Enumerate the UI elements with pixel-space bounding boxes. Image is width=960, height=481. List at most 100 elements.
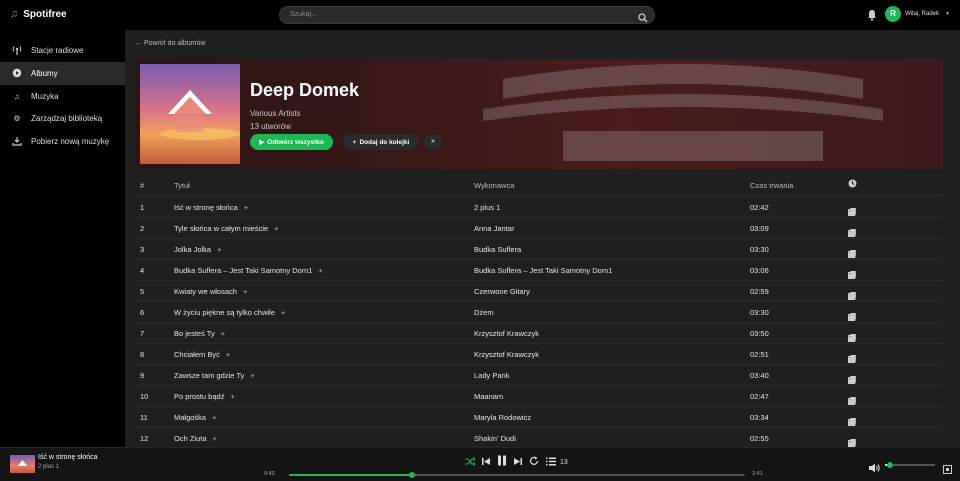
track-title[interactable]: Chciałem Być — [174, 350, 220, 359]
track-title[interactable]: W życiu piękne są tylko chwile — [174, 308, 275, 317]
sidebar-item-radio[interactable]: Stacje radiowe — [0, 39, 125, 62]
trash-icon[interactable] — [848, 271, 856, 281]
track-artist[interactable]: Maryla Rodowicz — [474, 413, 531, 422]
next-icon[interactable] — [514, 453, 522, 471]
table-row[interactable]: 12 Och Ziuta + Shakin' Dudi 02:55 — [136, 428, 943, 447]
track-title[interactable]: Kwiaty we włosach — [174, 287, 237, 296]
track-artist[interactable]: Budka Suflera – Jest Taki Samotny Dom1 — [474, 266, 612, 275]
add-to-playlist-icon[interactable]: + — [250, 371, 254, 380]
shuffle-icon[interactable] — [465, 453, 476, 471]
track-artist[interactable]: Krzysztof Krawczyk — [474, 350, 539, 359]
sidebar-item-download[interactable]: Pobierz nową muzykę — [0, 130, 125, 153]
col-header-duration[interactable]: Czas trwania — [750, 181, 793, 190]
track-title[interactable]: Tyle słońca w całym mieście — [174, 224, 268, 233]
expand-more-button[interactable]: » — [424, 134, 442, 150]
track-title-cell: Zawsze tam gdzie Ty + — [174, 371, 255, 380]
add-to-playlist-icon[interactable]: + — [226, 350, 230, 359]
play-all-button[interactable]: ▶ Odtwórz wszystko — [250, 134, 333, 150]
track-title[interactable]: Małgośka — [174, 413, 206, 422]
table-row[interactable]: 7 Bo jesteś Ty + Krzysztof Krawczyk 03:50 — [136, 323, 943, 344]
trash-icon[interactable] — [848, 313, 856, 323]
table-row[interactable]: 2 Tyle słońca w całym mieście + Anna Jantar… — [136, 218, 943, 239]
pause-icon[interactable] — [497, 453, 507, 471]
table-row[interactable]: 8 Chciałem Być + Krzysztof Krawczyk 02:51 — [136, 344, 943, 365]
add-to-queue-button[interactable]: + Dodaj do kolejki — [343, 134, 419, 150]
table-row[interactable]: 6 W życiu piękne są tylko chwile + Dżem 03:3… — [136, 302, 943, 323]
repeat-icon[interactable] — [529, 453, 539, 471]
table-row[interactable]: 1 Iść w stronę słońca +2 plus 1 02:42 — [136, 197, 943, 218]
trash-icon[interactable] — [848, 250, 856, 260]
add-to-playlist-icon[interactable]: + — [244, 203, 248, 212]
search-icon[interactable] — [638, 10, 648, 28]
trash-icon[interactable] — [848, 292, 856, 302]
volume-handle[interactable] — [887, 462, 893, 468]
avatar[interactable]: R — [885, 6, 901, 22]
track-title[interactable]: Iść w stronę słońca — [174, 203, 238, 212]
bell-icon[interactable] — [867, 8, 877, 26]
mini-player-icon[interactable] — [943, 461, 952, 479]
add-to-playlist-icon[interactable]: + — [221, 329, 225, 338]
progress-handle[interactable] — [409, 472, 416, 478]
table-header: # Tytuł Wykonawca Czas trwania — [136, 176, 943, 196]
track-artist[interactable]: Anna Jantar — [474, 224, 514, 233]
col-header-artist[interactable]: Wykonawca — [474, 181, 514, 190]
track-artist[interactable]: Czerwone Gitary — [474, 287, 530, 296]
track-artist[interactable]: Budka Suflera — [474, 245, 521, 254]
volume-slider[interactable] — [885, 462, 935, 468]
track-artist[interactable]: Dżem — [474, 308, 494, 317]
add-to-playlist-icon[interactable]: + — [243, 287, 247, 296]
track-artist[interactable]: Lady Pank — [474, 371, 509, 380]
sidebar-item-music[interactable]: ♫ Muzyka — [0, 85, 125, 108]
back-link[interactable]: ← Powrót do albumów — [135, 40, 205, 47]
table-row[interactable]: 3 Jolka Jolka + Budka Suflera 03:30 — [136, 239, 943, 260]
track-title[interactable]: Budka Suflera – Jest Taki Samotny Dom1 — [174, 266, 312, 275]
trash-icon[interactable] — [848, 355, 856, 365]
track-title[interactable]: Po prostu bądź — [174, 392, 224, 401]
trash-icon[interactable] — [848, 334, 856, 344]
add-to-playlist-icon[interactable]: + — [213, 434, 217, 443]
previous-icon[interactable] — [482, 453, 490, 471]
trash-icon[interactable] — [848, 229, 856, 239]
add-to-playlist-icon[interactable]: + — [212, 413, 216, 422]
add-to-playlist-icon[interactable]: + — [274, 224, 278, 233]
track-title[interactable]: Och Ziuta — [174, 434, 207, 443]
table-row[interactable]: 9 Zawsze tam gdzie Ty + Lady Pank 03:40 — [136, 365, 943, 386]
volume-icon[interactable] — [869, 460, 881, 478]
user-greeting[interactable]: Witaj, Radek — [905, 11, 939, 17]
album-artist[interactable]: Various Artists — [250, 109, 301, 118]
chevron-down-icon[interactable]: ▼ — [945, 11, 950, 17]
track-duration: 03:30 — [750, 245, 769, 254]
sidebar-item-manage-library[interactable]: ⚙ Zarządzaj biblioteką — [0, 107, 125, 130]
table-row[interactable]: 4 Budka Suflera – Jest Taki Samotny Dom1 +… — [136, 260, 943, 281]
trash-icon[interactable] — [848, 439, 856, 447]
sidebar-item-albums[interactable]: Albumy — [0, 62, 125, 85]
trash-icon[interactable] — [848, 418, 856, 428]
now-playing-cover[interactable] — [10, 455, 35, 473]
queue-icon[interactable] — [546, 453, 556, 471]
add-to-playlist-icon[interactable]: + — [318, 266, 322, 275]
now-playing-artist[interactable]: 2 plus 1 — [38, 464, 59, 470]
search-input[interactable]: Szukaj... — [279, 6, 655, 24]
track-artist[interactable]: Shakin' Dudi — [474, 434, 516, 443]
track-artist[interactable]: Krzysztof Krawczyk — [474, 329, 539, 338]
table-row[interactable]: 11 Małgośka + Maryla Rodowicz 03:34 — [136, 407, 943, 428]
album-cover[interactable] — [140, 64, 240, 164]
col-header-title[interactable]: Tytuł — [174, 181, 190, 190]
add-to-playlist-icon[interactable]: + — [230, 392, 234, 401]
track-title[interactable]: Zawsze tam gdzie Ty — [174, 371, 244, 380]
trash-icon[interactable] — [848, 376, 856, 386]
track-number: 1 — [140, 203, 145, 212]
track-artist[interactable]: 2 plus 1 — [474, 203, 500, 212]
trash-icon[interactable] — [848, 397, 856, 407]
now-playing-title[interactable]: Iść w stronę słońca — [38, 454, 98, 461]
track-artist[interactable]: Maanam — [474, 392, 503, 401]
track-title[interactable]: Bo jesteś Ty — [174, 329, 215, 338]
table-row[interactable]: 10 Po prostu bądź + Maanam 02:47 — [136, 386, 943, 407]
progress-bar[interactable] — [289, 472, 745, 478]
add-to-playlist-icon[interactable]: + — [217, 245, 221, 254]
add-to-playlist-icon[interactable]: + — [281, 308, 285, 317]
track-title[interactable]: Jolka Jolka — [174, 245, 211, 254]
app-logo[interactable]: ♫ Spotifree — [10, 8, 67, 20]
trash-icon[interactable] — [848, 208, 856, 218]
table-row[interactable]: 5 Kwiaty we włosach + Czerwone Gitary 02:59 — [136, 281, 943, 302]
